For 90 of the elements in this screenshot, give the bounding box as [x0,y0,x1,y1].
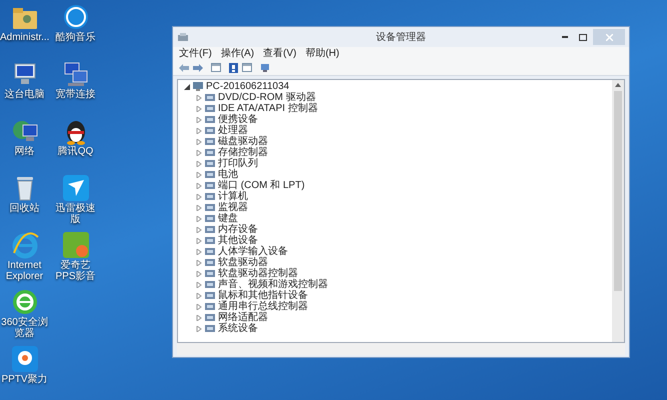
tree-item[interactable]: IDE ATA/ATAPI 控制器 [218,103,318,114]
expand-caret-icon[interactable] [196,138,202,144]
network-computers-icon[interactable] [62,60,90,88]
close-icon [606,34,612,40]
scan-button[interactable] [260,62,270,72]
tree-item[interactable]: 存储控制器 [218,147,268,158]
tree-item[interactable]: PC-201606211034 [206,81,290,92]
tree-item[interactable]: 端口 (COM 和 LPT) [218,180,305,191]
tree-item[interactable]: 计算机 [218,191,248,202]
menu-item[interactable]: 操作(A) [220,48,254,60]
expand-caret-icon[interactable] [196,304,202,310]
menu-item[interactable]: 查看(V) [263,48,296,60]
music-app-icon[interactable] [62,3,90,31]
tree-item[interactable]: 键盘 [218,213,238,224]
expand-caret-icon[interactable] [196,326,202,332]
scrollbar[interactable] [612,80,624,342]
window-icon [211,63,221,72]
tree-item[interactable]: 系统设备 [218,323,258,334]
desktop-icon-label[interactable]: PPTV聚力 [0,374,49,385]
forward-button[interactable] [193,64,203,72]
expand-caret-icon[interactable] [196,94,202,100]
help-button[interactable] [229,62,238,72]
tree-item[interactable]: 处理器 [218,125,248,136]
tree-item[interactable]: 通用串行总线控制器 [218,301,308,312]
desktop-icon-label[interactable]: 网络 [0,146,49,157]
desktop-icon-label[interactable]: 宽带连接 [51,89,100,100]
desktop-icon-label[interactable]: 酷狗音乐 [51,32,100,43]
maximize-icon [579,34,587,40]
scroll-thumb[interactable] [614,91,622,291]
help-icon [229,62,238,72]
browser-e-icon[interactable] [10,288,38,316]
desktop-icon-label[interactable]: Internet Explorer [0,260,49,282]
back-arrow-icon [179,64,189,72]
forward-arrow-icon [193,64,203,72]
expand-caret-icon[interactable] [196,182,202,188]
tree-item[interactable]: 软盘驱动器 [218,257,268,268]
tree-item[interactable]: 鼠标和其他指针设备 [218,290,308,301]
expand-caret-icon[interactable] [196,194,202,200]
expand-caret-icon[interactable] [196,204,202,210]
tree-item[interactable]: 电池 [218,169,238,180]
video-app-icon[interactable] [62,231,90,259]
expand-caret-icon[interactable] [196,270,202,276]
monitor-icon [260,62,270,72]
expand-caret-icon[interactable] [196,260,202,266]
desktop-icon-label[interactable]: 回收站 [0,203,49,214]
window-title: 设备管理器 [376,30,426,44]
tree-item[interactable]: 便携设备 [218,114,258,125]
browser-e-icon[interactable] [10,231,38,259]
menu-item[interactable]: 帮助(H) [305,48,340,60]
expand-caret-icon[interactable] [196,282,202,288]
tree-item[interactable]: 监视器 [218,202,248,213]
tree-item[interactable]: DVD/CD-ROM 驱动器 [218,92,316,103]
desktop-icon-label[interactable]: 360安全浏览器 [0,317,49,339]
menu-item[interactable]: 文件(F) [179,48,212,60]
expand-caret-icon[interactable] [196,248,202,254]
tree-item[interactable]: 声音、视频和游戏控制器 [218,279,328,290]
window-icon [242,63,252,72]
back-button[interactable] [179,64,189,72]
desktop-icon-label[interactable]: 迅雷极速版 [51,203,100,225]
expand-caret-icon[interactable] [196,238,202,244]
tree-item[interactable]: 打印队列 [218,158,258,169]
tree-item[interactable]: 网络适配器 [218,312,268,323]
expand-caret-icon[interactable] [196,314,202,320]
player-app-icon[interactable] [10,345,38,373]
device-manager-icon [177,32,189,42]
desktop-icon-label[interactable]: 腾讯QQ [51,146,100,157]
properties-button[interactable] [211,63,221,72]
expand-caret-icon[interactable] [196,150,202,156]
scroll-up-icon [615,83,621,87]
expand-caret-icon[interactable] [196,226,202,232]
tree-item[interactable]: 人体学输入设备 [218,246,288,257]
tree-item[interactable]: 磁盘驱动器 [218,136,268,147]
expand-caret-icon[interactable] [196,172,202,178]
tree-item[interactable]: 软盘驱动器控制器 [218,268,298,279]
expand-caret-icon[interactable] [196,106,202,112]
computer-icon [193,82,203,91]
expand-caret-icon[interactable] [196,128,202,134]
tree-item[interactable]: 其他设备 [218,235,258,246]
desktop-icon-label[interactable]: 这台电脑 [0,89,49,100]
collapse-caret-icon[interactable] [184,84,190,90]
minimize-icon [562,36,568,38]
expand-caret-icon[interactable] [196,116,202,122]
expand-caret-icon[interactable] [196,292,202,298]
desktop-icon-label[interactable]: Administr... [0,32,49,43]
view-button[interactable] [242,63,252,72]
tree-item[interactable]: 内存设备 [218,224,258,235]
expand-caret-icon[interactable] [196,216,202,222]
expand-caret-icon[interactable] [196,160,202,166]
bird-app-icon[interactable] [62,174,90,202]
desktop-icon-label[interactable]: 爱奇艺PPS影音 [51,260,100,282]
